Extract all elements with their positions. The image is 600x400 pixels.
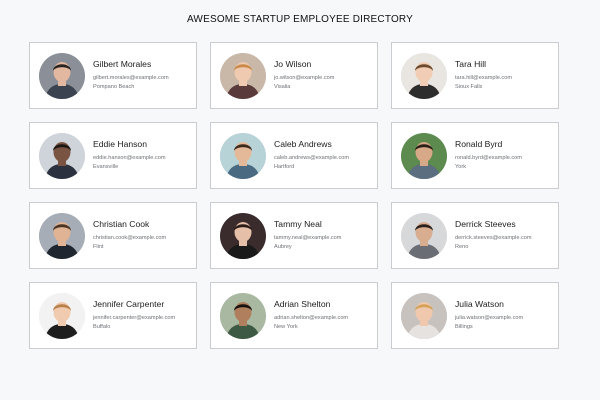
- employee-card[interactable]: Julia Watson julia.watson@example.com Bi…: [391, 282, 559, 349]
- employee-city: Flint: [93, 244, 104, 250]
- employee-city: Pompano Beach: [93, 84, 135, 90]
- employee-name: Christian Cook: [93, 219, 150, 229]
- employee-info: Derrick Steeves derrick.steeves@example.…: [455, 219, 532, 252]
- employee-email: eddie.hanson@example.com: [93, 155, 166, 161]
- employee-name: Gilbert Morales: [93, 59, 152, 69]
- employee-city: Aubrey: [274, 244, 292, 250]
- directory-page: AWESOME STARTUP EMPLOYEE DIRECTORY Gilbe…: [0, 0, 600, 400]
- employee-card[interactable]: Derrick Steeves derrick.steeves@example.…: [391, 202, 559, 269]
- employee-email: julia.watson@example.com: [455, 315, 524, 321]
- employee-info: Gilbert Morales gilbert.morales@example.…: [93, 59, 169, 92]
- employee-grid: Gilbert Morales gilbert.morales@example.…: [29, 42, 559, 349]
- employee-info: Tara Hill tara.hill@example.com Sioux Fa…: [455, 59, 512, 92]
- employee-email: tammy.neal@example.com: [274, 235, 342, 241]
- employee-card[interactable]: Jennifer Carpenter jennifer.carpenter@ex…: [29, 282, 197, 349]
- employee-city: Sioux Falls: [455, 84, 483, 90]
- avatar: [401, 132, 447, 179]
- employee-info: Jennifer Carpenter jennifer.carpenter@ex…: [93, 299, 175, 332]
- employee-info: Caleb Andrews caleb.andrews@example.com …: [274, 139, 349, 172]
- employee-city: Billings: [455, 324, 473, 330]
- employee-email: tara.hill@example.com: [455, 75, 512, 81]
- employee-info: Tammy Neal tammy.neal@example.com Aubrey: [274, 219, 341, 252]
- employee-card[interactable]: Jo Wilson jo.wilson@example.com Visalia: [210, 42, 378, 109]
- employee-city: Reno: [455, 244, 469, 250]
- employee-name: Derrick Steeves: [455, 219, 516, 229]
- avatar: [401, 52, 447, 99]
- employee-info: Ronald Byrd ronald.byrd@example.com York: [455, 139, 522, 172]
- avatar: [39, 132, 85, 179]
- employee-email: gilbert.morales@example.com: [93, 75, 169, 81]
- employee-name: Julia Watson: [455, 299, 504, 309]
- employee-name: Tara Hill: [455, 59, 487, 69]
- employee-city: Hartford: [274, 164, 295, 170]
- avatar: [401, 212, 447, 259]
- employee-card[interactable]: Christian Cook christian.cook@example.co…: [29, 202, 197, 269]
- employee-card[interactable]: Gilbert Morales gilbert.morales@example.…: [29, 42, 197, 109]
- employee-name: Ronald Byrd: [455, 139, 503, 149]
- employee-city: Evansville: [93, 164, 119, 170]
- employee-name: Caleb Andrews: [274, 139, 332, 149]
- avatar: [220, 292, 266, 339]
- employee-name: Adrian Shelton: [274, 299, 331, 309]
- avatar: [220, 212, 266, 259]
- avatar: [39, 52, 85, 99]
- employee-card[interactable]: Caleb Andrews caleb.andrews@example.com …: [210, 122, 378, 189]
- employee-info: Eddie Hanson eddie.hanson@example.com Ev…: [93, 139, 166, 172]
- avatar: [39, 212, 85, 259]
- employee-email: jo.wilson@example.com: [274, 75, 335, 81]
- employee-email: ronald.byrd@example.com: [455, 155, 522, 161]
- employee-info: Jo Wilson jo.wilson@example.com Visalia: [274, 59, 334, 92]
- avatar: [401, 292, 447, 339]
- employee-city: Buffalo: [93, 324, 111, 330]
- avatar: [39, 292, 85, 339]
- employee-card[interactable]: Ronald Byrd ronald.byrd@example.com York: [391, 122, 559, 189]
- employee-city: Visalia: [274, 84, 291, 90]
- employee-info: Julia Watson julia.watson@example.com Bi…: [455, 299, 523, 332]
- employee-city: New York: [274, 324, 298, 330]
- employee-name: Tammy Neal: [274, 219, 322, 229]
- employee-name: Eddie Hanson: [93, 139, 147, 149]
- employee-email: jennifer.carpenter@example.com: [93, 315, 176, 321]
- employee-name: Jennifer Carpenter: [93, 299, 165, 309]
- employee-card[interactable]: Adrian Shelton adrian.shelton@example.co…: [210, 282, 378, 349]
- employee-email: derrick.steeves@example.com: [455, 235, 532, 241]
- avatar: [220, 52, 266, 99]
- page-title: AWESOME STARTUP EMPLOYEE DIRECTORY: [186, 14, 414, 25]
- employee-info: Adrian Shelton adrian.shelton@example.co…: [274, 299, 348, 332]
- employee-email: christian.cook@example.com: [93, 235, 167, 241]
- avatar: [220, 132, 266, 179]
- employee-card[interactable]: Tammy Neal tammy.neal@example.com Aubrey: [210, 202, 378, 269]
- employee-email: caleb.andrews@example.com: [274, 155, 350, 161]
- employee-email: adrian.shelton@example.com: [274, 315, 349, 321]
- employee-info: Christian Cook christian.cook@example.co…: [93, 219, 166, 252]
- employee-city: York: [455, 164, 466, 170]
- employee-card[interactable]: Eddie Hanson eddie.hanson@example.com Ev…: [29, 122, 197, 189]
- employee-card[interactable]: Tara Hill tara.hill@example.com Sioux Fa…: [391, 42, 559, 109]
- employee-name: Jo Wilson: [274, 59, 312, 69]
